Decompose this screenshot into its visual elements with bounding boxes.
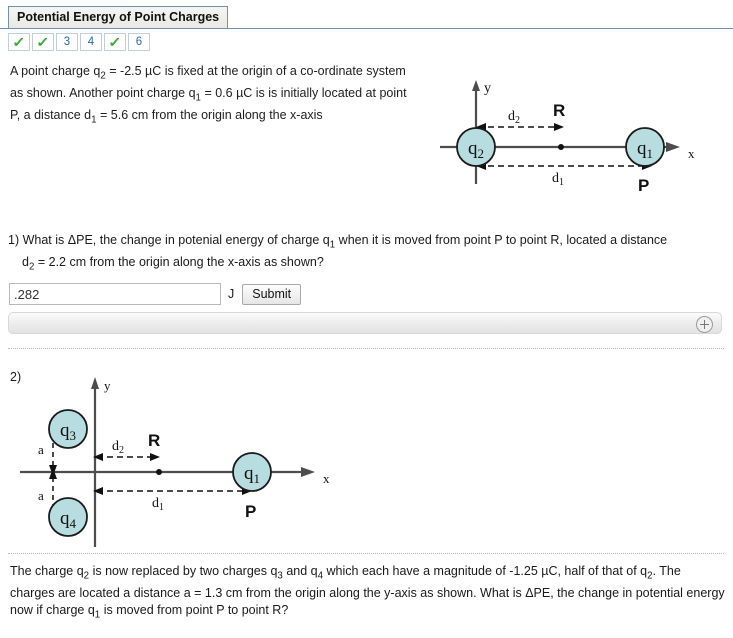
answer-input-1[interactable] (9, 283, 221, 305)
submit-button-1[interactable]: Submit (242, 283, 302, 305)
point-p-label: P (638, 176, 649, 194)
page-title: Potential Energy of Point Charges (8, 6, 229, 28)
pager-tab-6[interactable]: 6 (128, 33, 150, 51)
pager-tab-label: 3 (63, 36, 71, 48)
y-axis-label: y (484, 81, 491, 96)
check-icon: ✓ (36, 34, 50, 50)
pager-tab-label: 6 (135, 36, 143, 48)
x-axis-arrow (666, 142, 680, 152)
check-icon: ✓ (12, 34, 26, 50)
a-top-label: a (38, 442, 44, 457)
problem-statement-text: A point charge q2 = -2.5 µC is fixed at … (10, 64, 407, 126)
x-axis-label: x (323, 471, 330, 486)
plus-circle-icon[interactable] (696, 316, 713, 333)
pager-tab-label: 4 (87, 36, 95, 48)
d2-label: d2 (508, 109, 520, 126)
question-2-text: The charge q2 is now replaced by two cha… (10, 563, 728, 623)
d2-label: d2 (112, 439, 124, 456)
pager-tab-1[interactable]: ✓ (8, 33, 30, 51)
pager-tab-2[interactable]: ✓ (32, 33, 54, 51)
question-2-body: The charge q2 is now replaced by two cha… (10, 564, 725, 620)
d1-label: d1 (152, 496, 164, 513)
hint-expand-bar[interactable] (8, 312, 722, 334)
question-1-text-line2: d2 = 2.2 cm from the origin along the x-… (22, 254, 324, 273)
x-axis-arrow (301, 467, 315, 477)
question-1-number: 1) (8, 233, 20, 247)
d1-label: d1 (552, 171, 564, 188)
y-axis-arrow (472, 80, 480, 91)
figure-2-two-charges: y x a a d2 R d1 q3 q4 q1 P (20, 377, 330, 547)
question-pager: ✓ ✓ 3 4 ✓ 6 (8, 33, 150, 51)
answer-unit-1: J (228, 287, 235, 301)
y-axis-label: y (104, 378, 111, 393)
point-r-marker (156, 469, 162, 475)
a-bottom-up-arrow (49, 468, 57, 479)
problem-statement: A point charge q2 = -2.5 µC is fixed at … (10, 63, 420, 129)
point-p-label: P (245, 502, 256, 521)
section-divider-2 (8, 553, 724, 554)
pager-tab-5[interactable]: ✓ (104, 33, 126, 51)
answer-row-1: J Submit (9, 283, 302, 305)
d2-right-arrow (150, 453, 160, 461)
a-bottom-label: a (38, 488, 44, 503)
point-r-label: R (148, 431, 160, 450)
point-r-label: R (553, 101, 565, 120)
section-divider-1 (8, 348, 724, 349)
figure-1-single-charge: y x d2 R d1 q2 q1 P (440, 80, 695, 194)
d2-right-arrow (554, 123, 564, 131)
question-1-text: What is ΔPE, the change in potenial ener… (22, 233, 668, 251)
question-1-block: 1) What is ΔPE, the change in potenial e… (8, 232, 726, 275)
check-icon: ✓ (108, 34, 122, 50)
pager-tab-4[interactable]: 4 (80, 33, 102, 51)
y-axis-arrow (91, 377, 99, 389)
title-bar: Potential Energy of Point Charges (0, 6, 733, 29)
pager-tab-3[interactable]: 3 (56, 33, 78, 51)
point-r-marker (558, 144, 564, 150)
x-axis-label: x (688, 146, 695, 161)
